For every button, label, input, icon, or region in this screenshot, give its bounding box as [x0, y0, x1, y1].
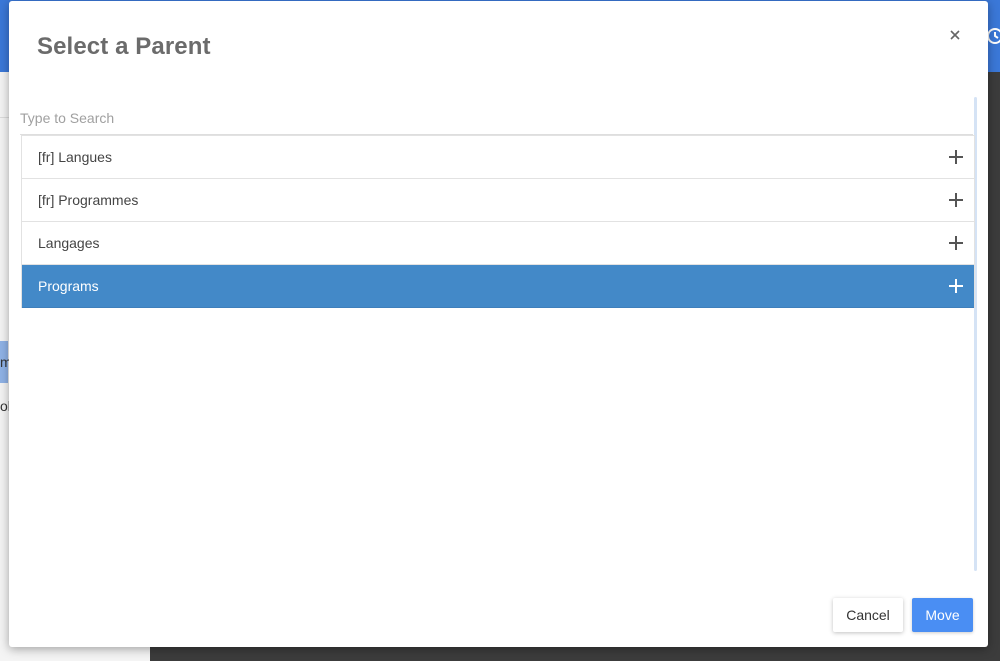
parent-option-list: [fr] Langues [fr] Programmes Langages Pr… [21, 135, 975, 308]
option-label: [fr] Langues [38, 149, 112, 165]
close-icon [950, 30, 960, 40]
select-parent-dialog: Select a Parent [fr] Langues [fr] Progra… [9, 1, 988, 647]
list-item-selected[interactable]: Programs [22, 265, 974, 308]
move-button[interactable]: Move [912, 598, 973, 632]
cancel-button[interactable]: Cancel [833, 598, 903, 632]
close-button[interactable] [945, 25, 965, 45]
plus-icon[interactable] [948, 235, 964, 251]
plus-icon[interactable] [948, 149, 964, 165]
plus-icon[interactable] [948, 192, 964, 208]
plus-icon[interactable] [948, 278, 964, 294]
clock-icon [987, 28, 1000, 44]
dialog-title: Select a Parent [37, 33, 211, 60]
option-label: [fr] Programmes [38, 192, 139, 208]
list-item[interactable]: [fr] Langues [22, 136, 974, 179]
search-input[interactable] [20, 102, 973, 135]
list-item[interactable]: [fr] Programmes [22, 179, 974, 222]
list-item[interactable]: Langages [22, 222, 974, 265]
option-label: Programs [38, 278, 99, 294]
option-label: Langages [38, 235, 100, 251]
